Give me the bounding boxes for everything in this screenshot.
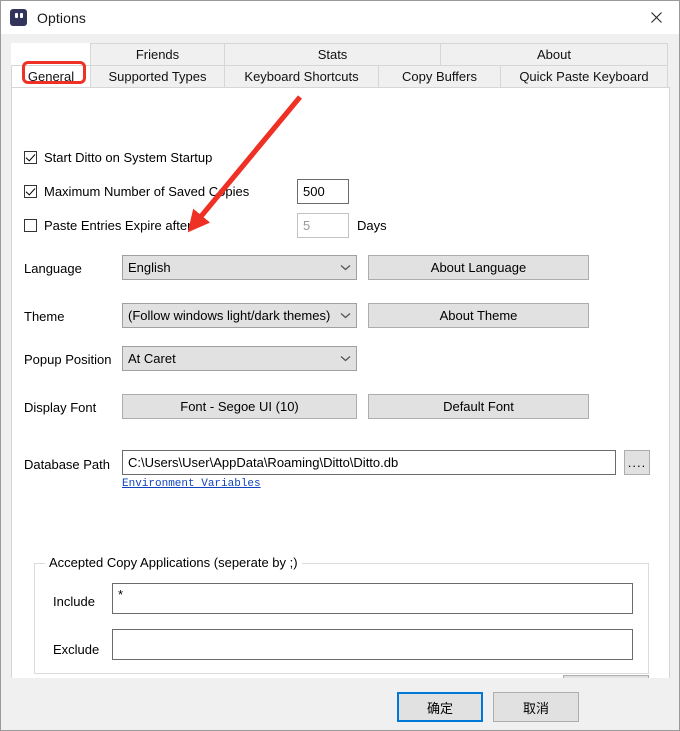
title-bar: Options [1,1,679,34]
chevron-down-icon [334,312,356,319]
button-label: About Theme [439,308,518,323]
button-label: Font - Segoe UI (10) [180,399,299,414]
tab-label: Keyboard Shortcuts [244,69,359,84]
chevron-down-icon [334,264,356,271]
page-title: Options [37,9,86,26]
start-on-startup-checkbox[interactable]: Start Ditto on System Startup [24,150,212,165]
input-value: * [118,587,124,602]
ditto-quotes-icon [10,9,27,26]
include-label: Include [53,594,95,609]
tab-quick-paste-keyboard[interactable]: Quick Paste Keyboard [500,65,668,87]
button-label: 取消 [522,700,549,716]
tab-friends[interactable]: Friends [90,43,225,65]
exclude-input[interactable] [112,629,633,660]
ok-button[interactable]: 确定 [397,692,483,722]
tab-label: Quick Paste Keyboard [519,69,649,84]
combobox-value: (Follow windows light/dark themes) [128,308,331,323]
language-combobox[interactable]: English [122,255,357,280]
general-tab-panel: Start Ditto on System Startup Maximum Nu… [11,87,670,711]
checkbox-label: Maximum Number of Saved Copies [44,184,250,199]
button-label: About Language [430,260,527,275]
include-input[interactable]: * [112,583,633,614]
tab-copy-buffers[interactable]: Copy Buffers [378,65,501,87]
display-font-label: Display Font [24,400,97,415]
checkbox-box [24,185,37,198]
browse-database-path-button[interactable]: .... [624,450,650,475]
checkbox-box [24,151,37,164]
client-area: Friends Stats About General Supported Ty… [1,34,679,730]
max-saved-copies-checkbox[interactable]: Maximum Number of Saved Copies [24,184,249,199]
theme-label: Theme [24,309,65,324]
tab-general[interactable]: General [11,65,91,87]
tab-label: Supported Types [108,69,207,84]
database-path-label: Database Path [24,457,111,472]
days-unit-label: Days [357,218,387,233]
tab-keyboard-shortcuts[interactable]: Keyboard Shortcuts [224,65,379,87]
popup-position-combobox[interactable]: At Caret [122,346,357,371]
accepted-copy-applications-group: Accepted Copy Applications (seperate by … [34,555,649,674]
tab-about[interactable]: About [440,43,668,65]
close-icon[interactable] [633,1,679,33]
options-dialog: Options Friends Stats About General Supp… [0,0,680,731]
tab-stats[interactable]: Stats [224,43,441,65]
default-font-button[interactable]: Default Font [368,394,589,419]
combobox-value: At Caret [128,351,176,366]
tab-supported-types[interactable]: Supported Types [90,65,225,87]
about-language-button[interactable]: About Language [368,255,589,280]
max-saved-copies-input[interactable]: 500 [297,179,349,204]
tab-spacer [11,43,91,65]
checkbox-box [24,219,37,232]
database-path-input[interactable]: C:\Users\User\AppData\Roaming\Ditto\Ditt… [122,450,616,475]
environment-variables-link[interactable]: Environment Variables [122,478,261,490]
checkbox-label: Start Ditto on System Startup [44,150,213,165]
tab-label: Copy Buffers [402,69,477,84]
button-label: .... [627,455,647,470]
display-font-button[interactable]: Font - Segoe UI (10) [122,394,357,419]
checkbox-label: Paste Entries Expire after [44,218,192,233]
button-label: Default Font [443,399,514,414]
paste-expire-days-input[interactable]: 5 [297,213,349,238]
tab-label: Stats [317,47,348,62]
tab-label: About [537,47,571,62]
cancel-button[interactable]: 取消 [493,692,579,722]
tab-label: Friends [135,47,180,62]
theme-combobox[interactable]: (Follow windows light/dark themes) [122,303,357,328]
about-theme-button[interactable]: About Theme [368,303,589,328]
tab-label: General [27,69,75,84]
popup-position-label: Popup Position [24,352,112,367]
input-value: 500 [303,184,325,199]
input-value: C:\Users\User\AppData\Roaming\Ditto\Ditt… [128,455,399,470]
paste-expire-checkbox[interactable]: Paste Entries Expire after [24,218,191,233]
group-title: Accepted Copy Applications (seperate by … [45,555,302,570]
input-value: 5 [303,218,311,233]
dialog-footer: 确定 取消 [1,678,679,730]
button-label: 确定 [426,700,453,716]
combobox-value: English [128,260,171,275]
chevron-down-icon [334,355,356,362]
tab-control: Friends Stats About General Supported Ty… [11,43,670,711]
language-label: Language [24,261,82,276]
exclude-label: Exclude [53,642,100,657]
